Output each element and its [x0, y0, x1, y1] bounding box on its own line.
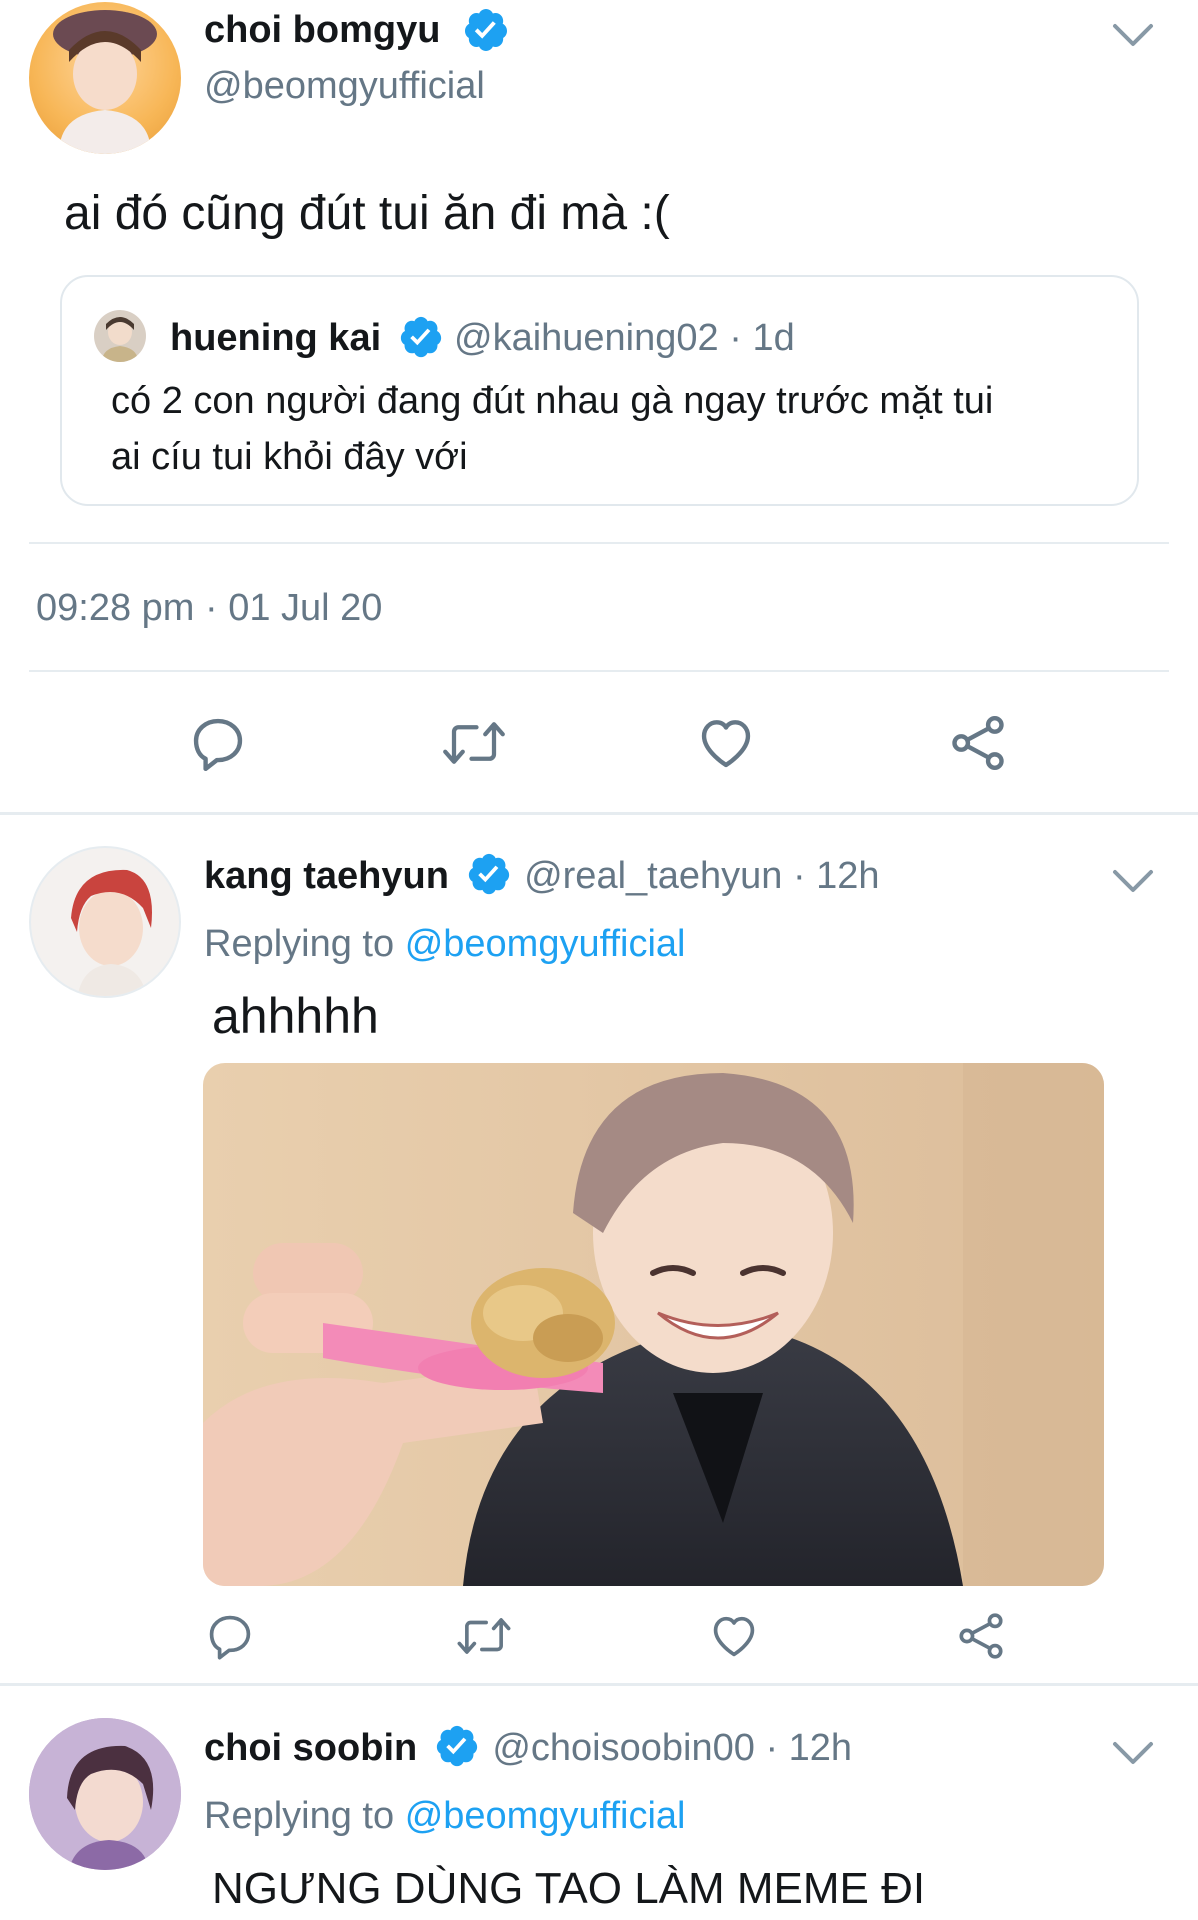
section-divider [0, 1683, 1198, 1686]
avatar[interactable] [29, 846, 181, 998]
like-button[interactable] [703, 1608, 765, 1664]
tweet-text: ai đó cũng đút tui ăn đi mà :( [64, 187, 670, 240]
chevron-down-icon[interactable] [1111, 866, 1155, 896]
retweet-icon [443, 722, 505, 764]
retweet-icon [457, 1618, 511, 1654]
chevron-down-icon[interactable] [1111, 20, 1155, 50]
like-icon [701, 720, 751, 768]
replying-to: Replying to @beomgyufficial [204, 1794, 685, 1838]
divider [29, 670, 1169, 672]
author-handle[interactable]: @beomgyufficial [204, 64, 485, 108]
verified-badge-icon [398, 314, 444, 360]
author-handle[interactable]: @choisoobin00 [492, 1727, 755, 1769]
author-name[interactable]: choi soobin [204, 1727, 417, 1769]
avatar[interactable] [29, 2, 181, 154]
share-button[interactable] [950, 1608, 1012, 1664]
tweet-text: NGƯNG DÙNG TAO LÀM MEME ĐI [212, 1864, 926, 1913]
retweet-button[interactable] [434, 710, 514, 776]
avatar[interactable] [94, 310, 146, 362]
author-name[interactable]: kang taehyun [204, 855, 449, 897]
replying-to-link[interactable]: @beomgyufficial [405, 923, 686, 965]
replying-to: Replying to @beomgyufficial [204, 922, 685, 966]
tweet-age: · 12h [765, 1727, 853, 1769]
divider [29, 542, 1169, 544]
reply-icon [209, 1615, 251, 1660]
share-icon [959, 1613, 1003, 1659]
replying-to-link[interactable]: @beomgyufficial [405, 1795, 686, 1837]
share-icon [952, 716, 1004, 770]
quoted-text-line-1: có 2 con người đang đút nhau gà ngay trư… [111, 380, 994, 422]
reply-button[interactable] [182, 710, 254, 776]
quoted-age: · 1d [729, 317, 795, 359]
quoted-handle-text: @kaihuening02 [454, 317, 719, 359]
tweet-text: ahhhhh [212, 988, 379, 1044]
verified-badge-icon [466, 851, 512, 897]
section-divider [0, 812, 1198, 815]
tweet-timestamp: 09:28 pm · 01 Jul 20 [36, 587, 383, 629]
author-handle[interactable]: @real_taehyun [524, 855, 782, 897]
quoted-text-line-2: ai cíu tui khỏi đây với [111, 436, 468, 478]
chevron-down-icon[interactable] [1111, 1738, 1155, 1768]
replying-label: Replying to [204, 1795, 395, 1837]
verified-badge-icon [434, 1723, 480, 1769]
share-button[interactable] [942, 710, 1014, 776]
author-name[interactable]: choi bomgyu [204, 8, 440, 52]
reply-header: kang taehyun @real_taehyun · 12h [204, 851, 880, 901]
tweet-age: · 12h [792, 855, 880, 897]
quoted-author-name[interactable]: huening kai [170, 316, 381, 360]
like-icon [713, 1616, 755, 1657]
quoted-author-handle[interactable]: @kaihuening02 · 1d [454, 316, 795, 360]
like-button[interactable] [690, 710, 762, 776]
reply-button[interactable] [199, 1608, 261, 1664]
retweet-button[interactable] [450, 1608, 518, 1664]
avatar[interactable] [29, 1718, 181, 1870]
reply-header: choi soobin @choisoobin00 · 12h [204, 1723, 853, 1773]
tweet-photo[interactable] [203, 1063, 1104, 1586]
reply-icon [193, 718, 243, 772]
verified-badge-icon [462, 6, 510, 54]
replying-label: Replying to [204, 923, 395, 965]
